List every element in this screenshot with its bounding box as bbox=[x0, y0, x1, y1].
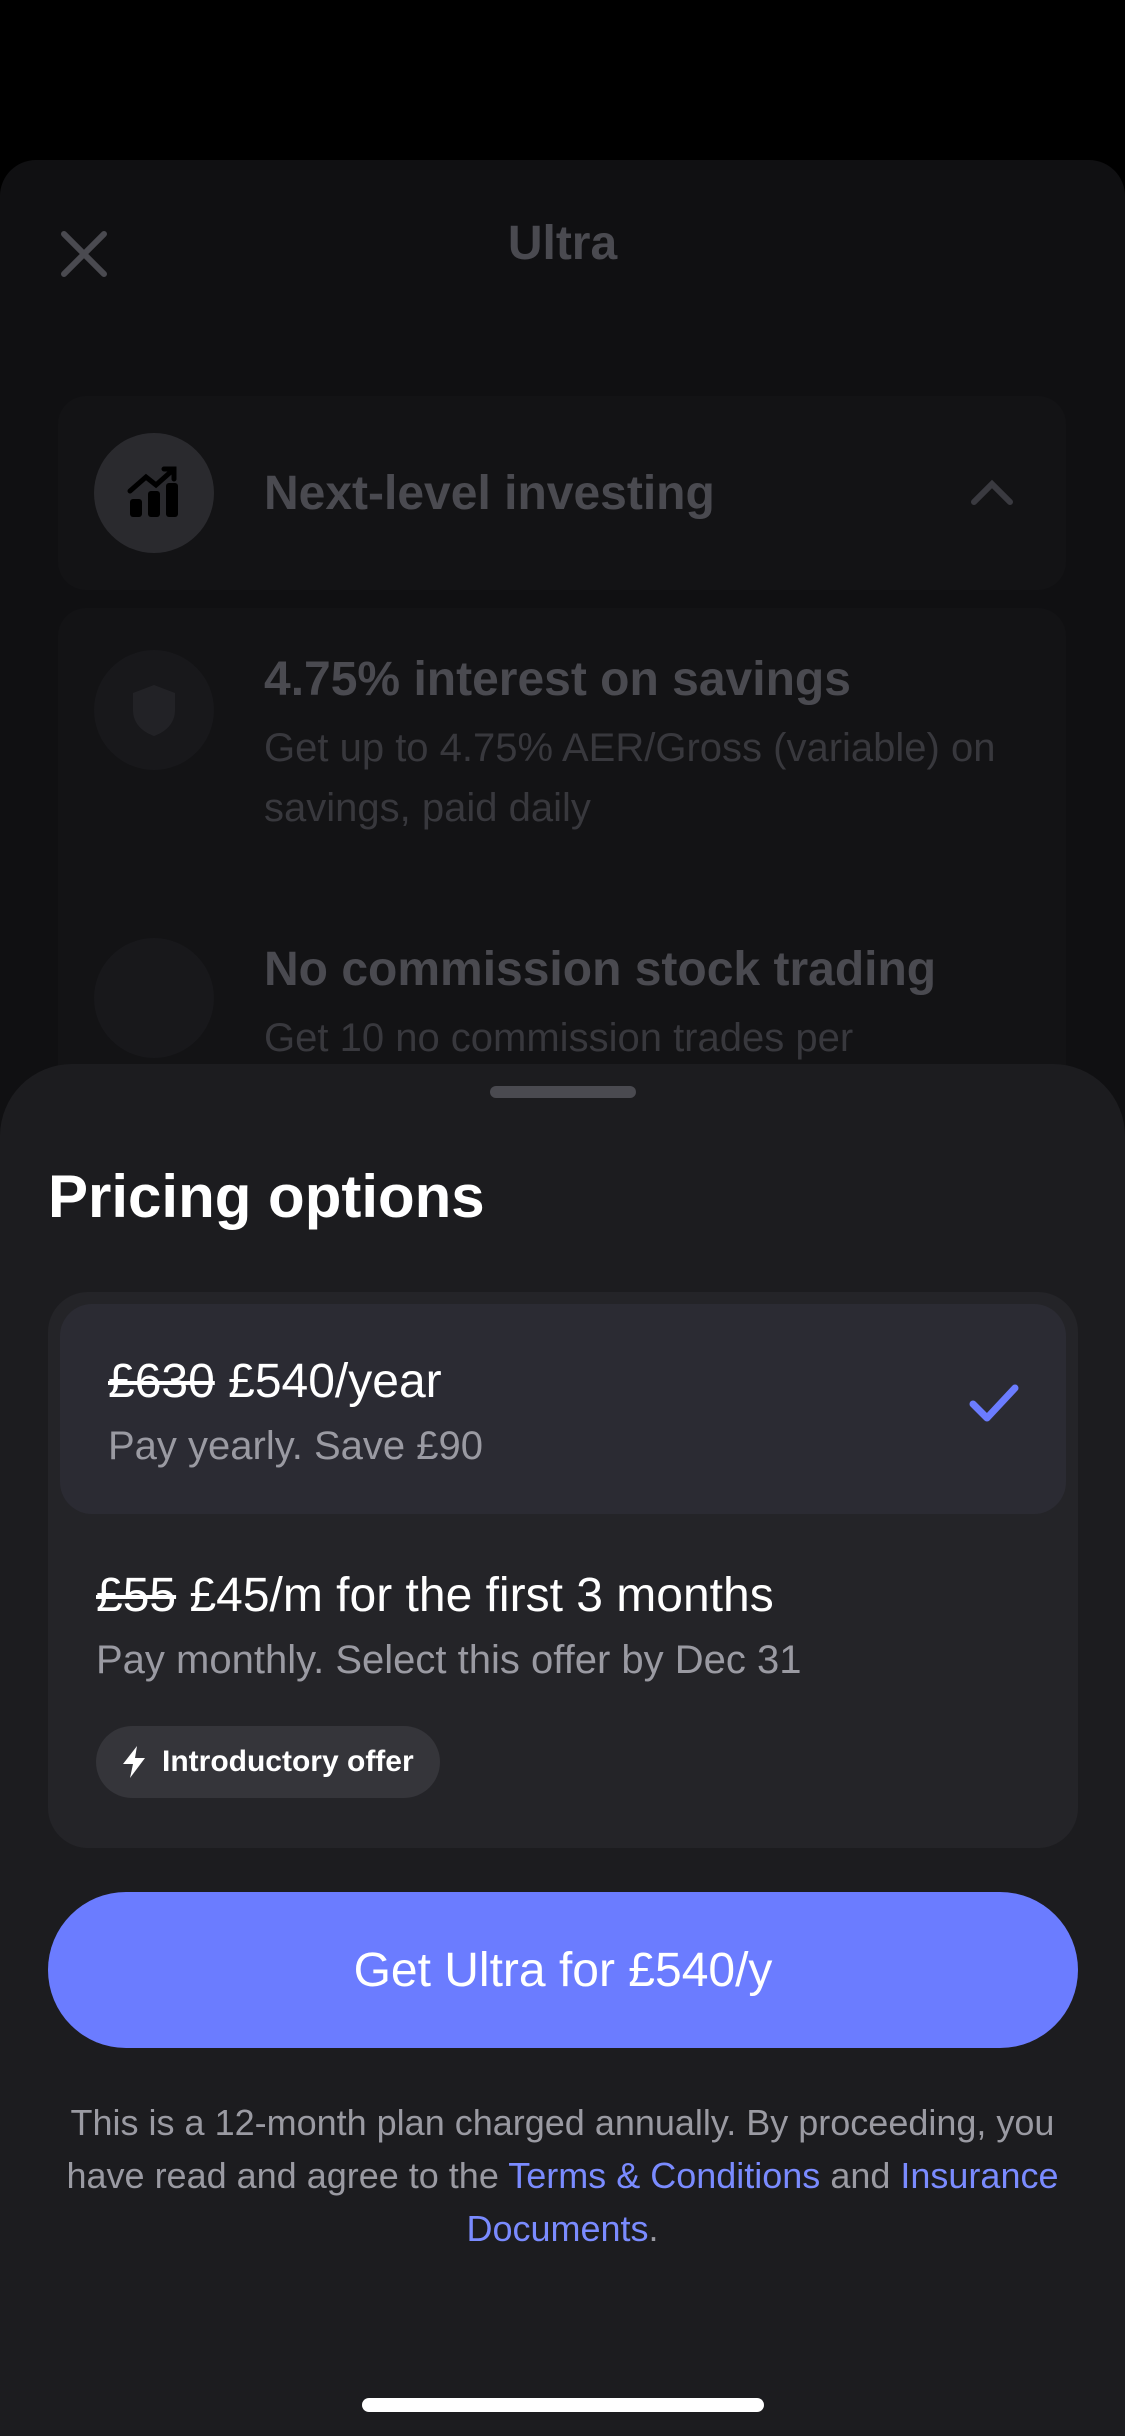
chevron-up-icon[interactable] bbox=[970, 476, 1014, 506]
old-price: £55 bbox=[96, 1569, 177, 1622]
terms-link[interactable]: Terms & Conditions bbox=[508, 2155, 820, 2196]
option-price: £55 £45/m for the first 3 months bbox=[96, 1568, 774, 1623]
feature-title: 4.75% interest on savings bbox=[264, 653, 851, 706]
feature-title: No commission stock trading bbox=[264, 943, 937, 996]
sheet-title: Pricing options bbox=[48, 1163, 485, 1230]
feature-description: Get 10 no commission trades per bbox=[264, 1016, 854, 1060]
feature-card-investing[interactable]: Next-level investing bbox=[58, 396, 1066, 590]
option-subtitle: Pay yearly. Save £90 bbox=[108, 1424, 484, 1468]
pricing-sheet: Pricing options £630 £540/year Pay yearl… bbox=[0, 1064, 1125, 2436]
home-indicator[interactable] bbox=[362, 2398, 764, 2412]
bolt-icon bbox=[123, 1746, 145, 1778]
badge-label: Introductory offer bbox=[162, 1745, 414, 1778]
legal-text: This is a 12-month plan charged annually… bbox=[60, 2096, 1065, 2255]
sheet-grabber[interactable] bbox=[490, 1086, 636, 1098]
new-price: £540/year bbox=[228, 1355, 442, 1408]
chart-icon bbox=[94, 433, 214, 553]
feature-description: Get up to 4.75% AER/Gross (variable) on … bbox=[264, 726, 996, 830]
intro-offer-badge: Introductory offer bbox=[96, 1726, 440, 1798]
chart-icon bbox=[94, 938, 214, 1058]
legal-text-part: and bbox=[820, 2155, 901, 2196]
new-price: £45/m for the first 3 months bbox=[189, 1569, 774, 1622]
old-price: £630 bbox=[108, 1355, 215, 1408]
check-icon bbox=[969, 1384, 1019, 1422]
feature-title: Next-level investing bbox=[264, 467, 715, 520]
shield-icon bbox=[94, 650, 214, 770]
option-subtitle: Pay monthly. Select this offer by Dec 31 bbox=[96, 1638, 802, 1682]
get-ultra-button[interactable]: Get Ultra for £540/y bbox=[48, 1892, 1078, 2048]
modal-title: Ultra bbox=[507, 217, 618, 270]
legal-text-part: . bbox=[648, 2208, 659, 2249]
option-yearly[interactable]: £630 £540/year Pay yearly. Save £90 bbox=[60, 1304, 1066, 1514]
option-price: £630 £540/year bbox=[108, 1354, 442, 1409]
pricing-options: £630 £540/year Pay yearly. Save £90 £55 … bbox=[48, 1292, 1078, 1848]
